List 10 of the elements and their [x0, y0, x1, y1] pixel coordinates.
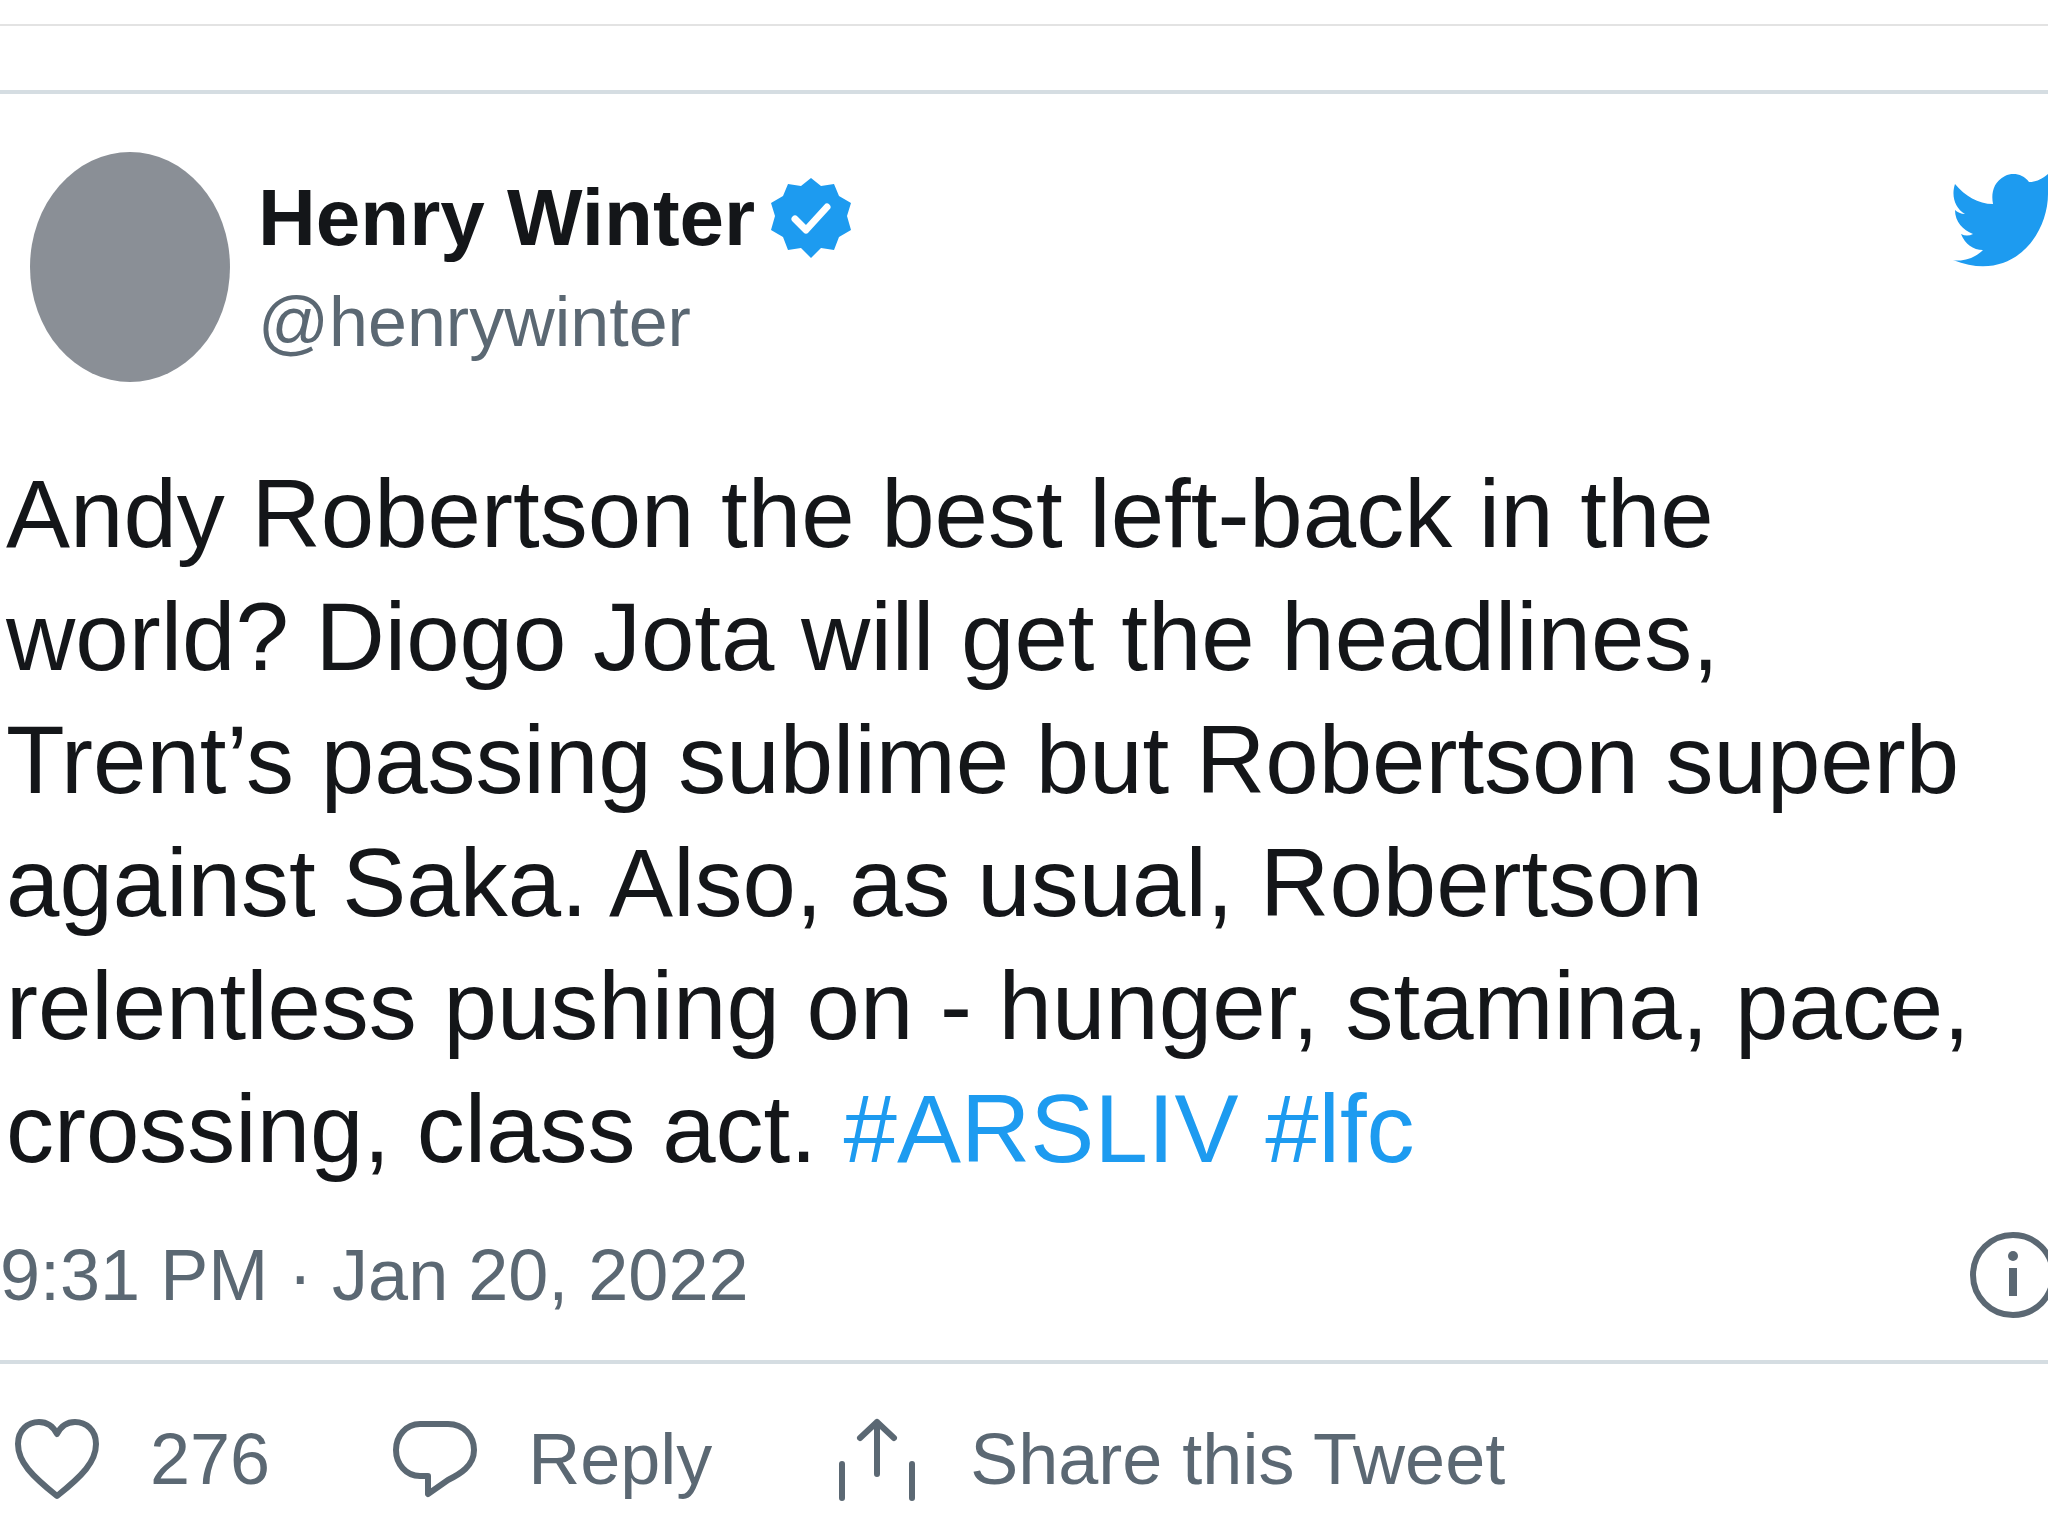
share-action[interactable]: Share this Tweet [832, 1414, 1506, 1504]
tweet-timestamp[interactable]: 9:31 PM · Jan 20, 2022 [0, 1234, 749, 1316]
hashtag-link[interactable]: #lfc [1265, 1075, 1415, 1182]
author-name: Henry Winter [258, 172, 756, 264]
tweet-text: Andy Robertson the best left-back in the world? Diogo Jota will get the headlines, Trent’s passing sublime but Robertson superb against Saka. Also, as usual, Robertson relentless pushing on - hunger, stamina, pace, crossing, class act. #ARSLIV #lfc [6, 459, 1971, 1184]
info-icon[interactable] [1968, 1230, 2048, 1320]
author-handle: @henrywinter [258, 282, 692, 362]
like-action[interactable]: 276 [12, 1414, 271, 1504]
hashtag-link[interactable]: #ARSLIV [843, 1075, 1239, 1182]
reply-action[interactable]: Reply [390, 1414, 713, 1504]
